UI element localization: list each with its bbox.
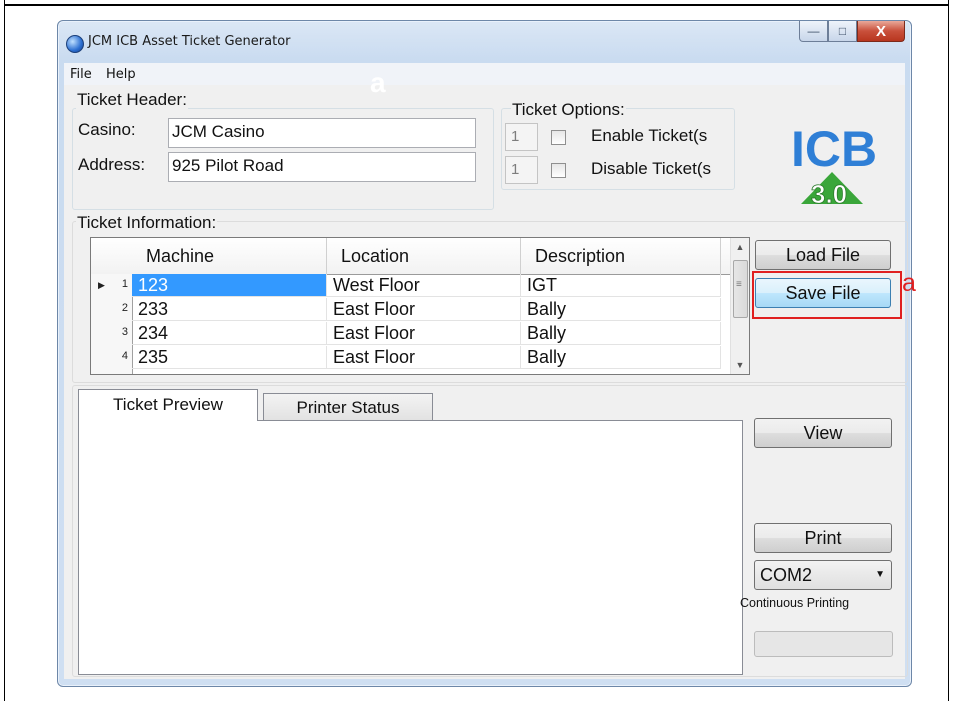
annotation-marker: a	[370, 67, 386, 98]
table-row[interactable]: 3 234 East Floor Bally	[91, 322, 749, 346]
cell-description[interactable]: Bally	[521, 346, 721, 369]
cell-description[interactable]: IGT	[521, 274, 721, 297]
row-header[interactable]: 3	[91, 322, 132, 346]
ticket-info-label: Ticket Information:	[76, 213, 218, 233]
menu-help[interactable]: Help	[106, 67, 136, 82]
row-number: 2	[121, 302, 128, 314]
grid-header: Machine Location Description	[91, 238, 749, 275]
com-port-select[interactable]: COM2 ▼	[754, 560, 892, 590]
current-row-icon: ▶	[98, 280, 105, 290]
screenshot-border-left	[4, 0, 5, 701]
row-number: 1	[121, 278, 128, 290]
minimize-button[interactable]: —	[799, 21, 828, 42]
casino-label: Casino:	[78, 120, 136, 139]
ticket-options-label: Ticket Options:	[511, 100, 626, 120]
enable-ticket-checkbox[interactable]	[551, 130, 566, 145]
cell-location[interactable]: East Floor	[327, 346, 521, 369]
row-header[interactable]: 4	[91, 346, 132, 370]
cell-location[interactable]: West Floor	[327, 274, 521, 297]
scroll-thumb[interactable]: ≡	[733, 260, 748, 318]
table-row[interactable]: ▶ 1 123 West Floor IGT	[91, 274, 749, 298]
enable-count-input[interactable]: 1	[505, 123, 538, 151]
screenshot-border-top	[4, 4, 949, 6]
disable-count-input[interactable]: 1	[505, 156, 538, 184]
logo-version-text: 3.0	[811, 179, 847, 208]
tab-ticket-preview[interactable]: Ticket Preview	[78, 389, 258, 421]
scroll-down-icon[interactable]: ▼	[731, 356, 749, 374]
app-window: JCM ICB Asset Ticket Generator — □ X Fil…	[57, 20, 916, 687]
row-number: 4	[121, 350, 128, 362]
ticket-grid: Machine Location Description ▶ 1 123 West…	[90, 237, 750, 375]
cell-machine[interactable]: 235	[132, 346, 327, 369]
ticket-preview-area	[78, 420, 743, 675]
column-header-description[interactable]: Description	[521, 238, 721, 274]
load-file-button[interactable]: Load File	[755, 240, 891, 270]
screenshot-border-right	[948, 0, 949, 701]
view-button[interactable]: View	[754, 418, 892, 448]
scroll-up-icon[interactable]: ▲	[731, 238, 749, 256]
ticket-header-label: Ticket Header:	[76, 90, 188, 110]
print-button[interactable]: Print	[754, 523, 892, 553]
logo-icb-text: ICB	[791, 121, 877, 177]
close-button[interactable]: X	[857, 21, 905, 42]
cell-machine[interactable]: 123	[132, 274, 327, 297]
cell-machine[interactable]: 233	[132, 298, 327, 321]
cell-location[interactable]: East Floor	[327, 322, 521, 345]
com-port-value: COM2	[760, 565, 813, 585]
cell-machine[interactable]: 234	[132, 322, 327, 345]
column-header-machine[interactable]: Machine	[132, 238, 327, 274]
tab-printer-status[interactable]: Printer Status	[263, 393, 433, 422]
client-area: File Help a Ticket Header: Casino: JCM C…	[64, 63, 916, 679]
enable-ticket-label: Enable Ticket(s	[591, 126, 708, 145]
chevron-down-icon[interactable]: ▼	[875, 561, 885, 589]
grid-vertical-scrollbar[interactable]: ▲ ≡ ▼	[730, 238, 749, 374]
table-row[interactable]: 2 233 East Floor Bally	[91, 298, 749, 322]
disable-ticket-label: Disable Ticket(s	[591, 159, 711, 178]
table-row[interactable]: 4 235 East Floor Bally	[91, 346, 749, 370]
column-header-location[interactable]: Location	[327, 238, 521, 274]
app-icon	[66, 35, 84, 53]
cell-description[interactable]: Bally	[521, 298, 721, 321]
print-progress-bar	[754, 631, 893, 657]
title-bar: JCM ICB Asset Ticket Generator — □ X	[58, 21, 911, 63]
row-header[interactable]: 2	[91, 298, 132, 322]
casino-input[interactable]: JCM Casino	[168, 118, 476, 148]
tab-panel: Ticket Preview Printer Status	[78, 389, 743, 675]
grip-icon: ≡	[736, 279, 742, 290]
icb-logo: ICB 3.0	[791, 121, 877, 208]
window-title: JCM ICB Asset Ticket Generator	[88, 34, 291, 49]
continuous-printing-label: Continuous Printing	[740, 596, 850, 610]
cell-description[interactable]: Bally	[521, 322, 721, 345]
caption-buttons: — □ X	[799, 21, 905, 43]
row-number: 3	[121, 326, 128, 338]
cell-location[interactable]: East Floor	[327, 298, 521, 321]
address-input[interactable]: 925 Pilot Road	[168, 152, 476, 182]
disable-ticket-checkbox[interactable]	[551, 163, 566, 178]
menu-file[interactable]: File	[70, 67, 92, 82]
annotation-marker-right: a	[902, 269, 916, 297]
maximize-button[interactable]: □	[828, 21, 857, 42]
row-header[interactable]: ▶ 1	[91, 274, 132, 298]
highlight-box	[752, 271, 902, 319]
menu-bar: File Help a	[64, 63, 905, 97]
address-label: Address:	[78, 155, 146, 174]
